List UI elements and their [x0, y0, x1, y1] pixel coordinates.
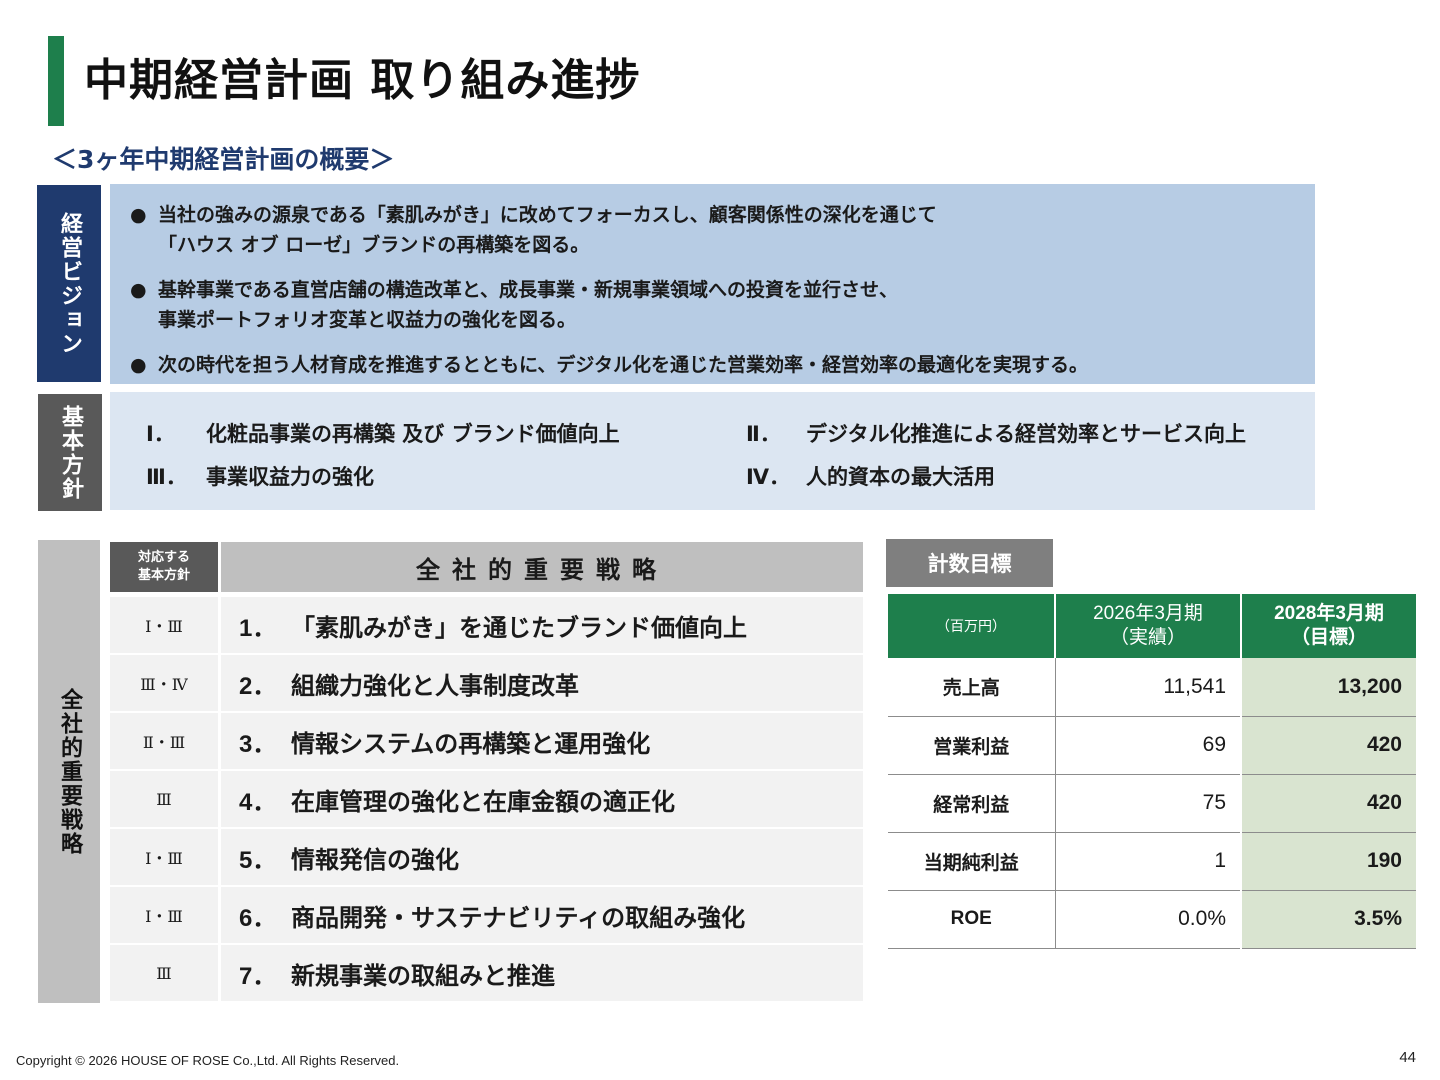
- bullet-icon: ●: [130, 279, 147, 301]
- kpi-target-value: 3.5%: [1241, 890, 1416, 949]
- vision-bullet-line: 基幹事業である直営店舗の構造改革と、成長事業・新規事業領域への投資を並行させ、: [158, 279, 899, 301]
- strategy-row: Ⅱ・Ⅲ 3． 情報システムの再構築と運用強化: [110, 713, 863, 769]
- strategy-header-policy: 対応する 基本方針: [110, 542, 218, 592]
- kpi-table: （百万円） 2026年3月期 （実績） 2028年3月期 （目標） 売上高 11,5…: [888, 594, 1416, 949]
- strategy-row: Ⅰ・Ⅲ 5． 情報発信の強化: [110, 829, 863, 885]
- kpi-row: 営業利益 69 420: [888, 716, 1416, 775]
- vision-bullet-line: 当社の強みの源泉である「素肌みがき」に改めてフォーカスし、顧客関係性の深化を通じ…: [158, 204, 937, 226]
- strategy-text-cell: 2． 組織力強化と人事制度改革: [221, 655, 863, 711]
- title-accent-bar: [48, 36, 64, 126]
- strategy-row: Ⅲ 4． 在庫管理の強化と在庫金額の適正化: [110, 771, 863, 827]
- policy-item: Ⅲ． 事業収益力の強化: [146, 465, 374, 489]
- kpi-actual-value: 0.0%: [1055, 890, 1242, 949]
- bullet-icon: ●: [130, 354, 147, 376]
- copyright: Copyright © 2026 HOUSE OF ROSE Co.,Ltd. …: [16, 1053, 400, 1068]
- section-subtitle: ＜3ヶ年中期経営計画の概要＞: [52, 145, 395, 174]
- policy-label: 基本方針: [38, 394, 102, 511]
- strategy-policy-cell: Ⅲ: [110, 771, 218, 827]
- kpi-row: 当期純利益 1 190: [888, 832, 1416, 891]
- strategy-text-cell: 5． 情報発信の強化: [221, 829, 863, 885]
- kpi-header-row: （百万円） 2026年3月期 （実績） 2028年3月期 （目標）: [888, 594, 1416, 658]
- strategy-policy-cell: Ⅰ・Ⅲ: [110, 829, 218, 885]
- strategy-policy-cell: Ⅱ・Ⅲ: [110, 713, 218, 769]
- strategy-policy-cell: Ⅰ・Ⅲ: [110, 887, 218, 943]
- kpi-row: ROE 0.0% 3.5%: [888, 890, 1416, 949]
- strategy-row: Ⅰ・Ⅲ 6． 商品開発・サステナビリティの取組み強化: [110, 887, 863, 943]
- vision-bullet: ● 当社の強みの源泉である「素肌みがき」に改めてフォーカスし、顧客関係性の深化を…: [130, 200, 1315, 260]
- strategy-policy-cell: Ⅲ: [110, 945, 218, 1001]
- kpi-actual-value: 11,541: [1055, 658, 1242, 717]
- kpi-unit-header: （百万円）: [888, 594, 1056, 658]
- policy-item: Ⅱ． デジタル化推進による経営効率とサービス向上: [746, 422, 1246, 446]
- kpi-row-name: ROE: [888, 890, 1056, 949]
- bullet-icon: ●: [130, 204, 147, 226]
- strategy-row: Ⅲ・Ⅳ 2． 組織力強化と人事制度改革: [110, 655, 863, 711]
- strategy-text-cell: 1． 「素肌みがき」を通じたブランド価値向上: [221, 597, 863, 653]
- kpi-row: 経常利益 75 420: [888, 774, 1416, 833]
- strategy-side-label: 全社的重要戦略: [38, 540, 100, 1003]
- kpi-row-name: 経常利益: [888, 774, 1056, 833]
- strategy-text-cell: 3． 情報システムの再構築と運用強化: [221, 713, 863, 769]
- kpi-row-name: 当期純利益: [888, 832, 1056, 891]
- policy-box: Ⅰ． 化粧品事業の再構築 及び ブランド価値向上 Ⅱ． デジタル化推進による経営効率…: [110, 392, 1315, 510]
- vision-bullet-line: 事業ポートフォリオ変革と収益力の強化を図る。: [158, 309, 577, 331]
- strategy-row: Ⅰ・Ⅲ 1． 「素肌みがき」を通じたブランド価値向上: [110, 597, 863, 653]
- kpi-actual-value: 75: [1055, 774, 1242, 833]
- kpi-label: 計数目標: [886, 539, 1053, 587]
- strategy-policy-cell: Ⅲ・Ⅳ: [110, 655, 218, 711]
- kpi-row-name: 売上高: [888, 658, 1056, 717]
- vision-bullet: ● 基幹事業である直営店舗の構造改革と、成長事業・新規事業領域への投資を並行させ…: [130, 275, 1315, 335]
- kpi-actual-value: 1: [1055, 832, 1242, 891]
- kpi-target-value: 13,200: [1241, 658, 1416, 717]
- page-number: 44: [1399, 1049, 1416, 1066]
- policy-item: Ⅰ． 化粧品事業の再構築 及び ブランド価値向上: [146, 422, 620, 446]
- vision-bullet-line: 「ハウス オブ ローゼ」ブランドの再構築を図る。: [158, 234, 590, 256]
- policy-item: Ⅳ． 人的資本の最大活用: [746, 465, 995, 489]
- strategy-policy-cell: Ⅰ・Ⅲ: [110, 597, 218, 653]
- strategy-row: Ⅲ 7． 新規事業の取組みと推進: [110, 945, 863, 1001]
- strategy-header-title: 全社的重要戦略: [221, 542, 863, 592]
- kpi-actual-header: 2026年3月期 （実績）: [1055, 594, 1242, 658]
- kpi-target-value: 190: [1241, 832, 1416, 891]
- strategy-text-cell: 6． 商品開発・サステナビリティの取組み強化: [221, 887, 863, 943]
- kpi-row: 売上高 11,541 13,200: [888, 658, 1416, 717]
- kpi-target-value: 420: [1241, 716, 1416, 775]
- vision-bullet-line: 次の時代を担う人材育成を推進するとともに、デジタル化を通じた営業効率・経営効率の…: [158, 354, 1089, 376]
- vision-label: 経営ビジョン: [37, 185, 101, 382]
- kpi-target-value: 420: [1241, 774, 1416, 833]
- strategy-text-cell: 4． 在庫管理の強化と在庫金額の適正化: [221, 771, 863, 827]
- kpi-row-name: 営業利益: [888, 716, 1056, 775]
- kpi-target-header: 2028年3月期 （目標）: [1241, 594, 1416, 658]
- kpi-actual-value: 69: [1055, 716, 1242, 775]
- vision-bullet: ● 次の時代を担う人材育成を推進するとともに、デジタル化を通じた営業効率・経営効…: [130, 350, 1315, 380]
- page-title: 中期経営計画 取り組み進捗: [84, 55, 641, 106]
- vision-box: ● 当社の強みの源泉である「素肌みがき」に改めてフォーカスし、顧客関係性の深化を…: [110, 184, 1315, 384]
- strategy-text-cell: 7． 新規事業の取組みと推進: [221, 945, 863, 1001]
